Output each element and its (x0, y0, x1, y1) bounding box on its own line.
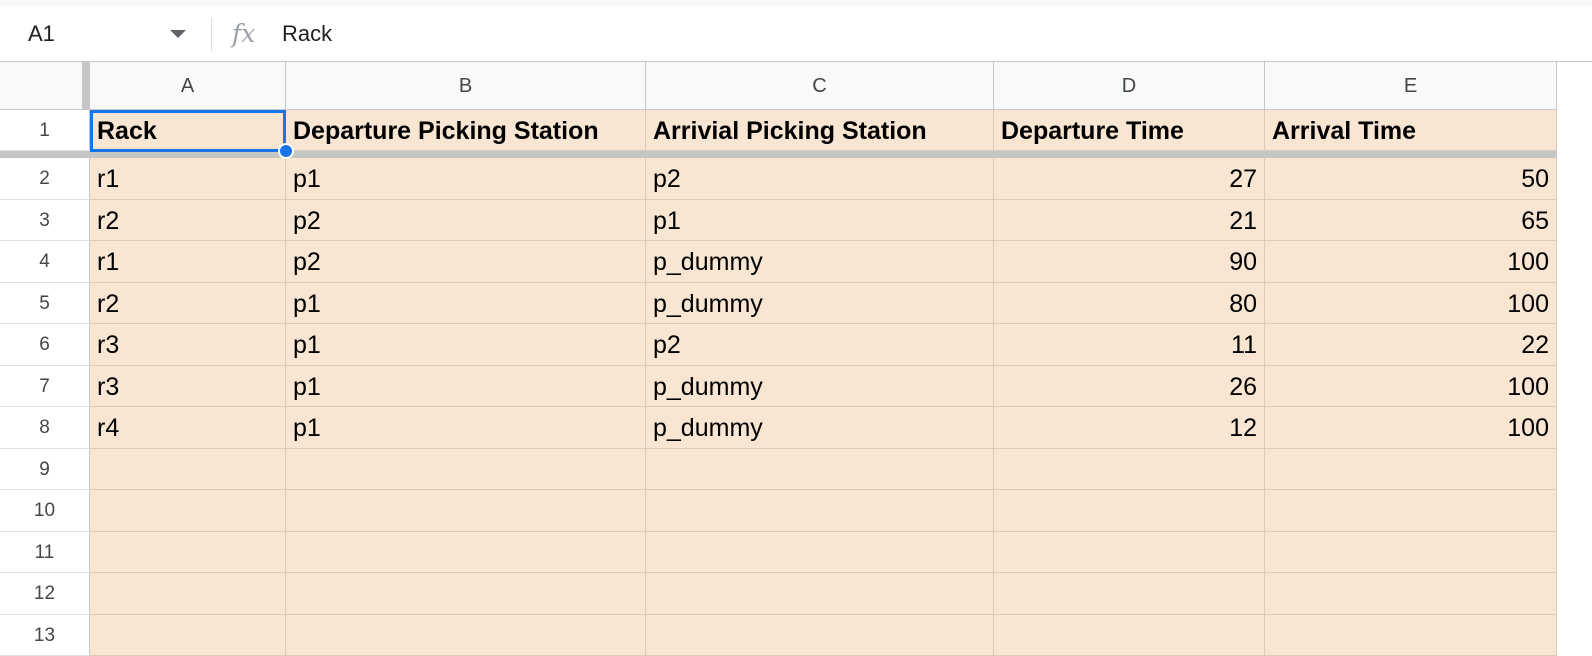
data-cell[interactable]: 50 (1265, 158, 1557, 200)
row-header[interactable]: 9 (0, 449, 90, 491)
fill-handle[interactable] (278, 143, 294, 159)
data-cell[interactable]: 80 (994, 283, 1265, 325)
data-cell[interactable] (1265, 532, 1557, 574)
data-cell[interactable]: p1 (286, 407, 646, 449)
data-cell[interactable] (90, 490, 286, 532)
data-cell[interactable]: p_dummy (646, 283, 994, 325)
data-cell[interactable]: r1 (90, 241, 286, 283)
data-cell[interactable] (286, 573, 646, 615)
data-cell[interactable]: p1 (286, 283, 646, 325)
column-header-e[interactable]: E (1265, 62, 1557, 110)
data-cell[interactable] (994, 615, 1265, 656)
data-cell[interactable]: 100 (1265, 241, 1557, 283)
data-cell[interactable]: 26 (994, 366, 1265, 408)
data-cell[interactable] (994, 573, 1265, 615)
data-cell[interactable]: p2 (646, 324, 994, 366)
data-cell[interactable]: r1 (90, 158, 286, 200)
data-cell[interactable]: r4 (90, 407, 286, 449)
data-cell[interactable] (90, 532, 286, 574)
row-header[interactable]: 8 (0, 407, 90, 449)
data-cell[interactable] (90, 449, 286, 491)
data-cell[interactable] (286, 532, 646, 574)
data-cell[interactable] (646, 449, 994, 491)
column-header-b[interactable]: B (286, 62, 646, 110)
data-cell[interactable]: p_dummy (646, 241, 994, 283)
data-cell[interactable]: 100 (1265, 366, 1557, 408)
data-cell[interactable]: p1 (286, 366, 646, 408)
data-cell[interactable]: 21 (994, 200, 1265, 242)
data-cell[interactable]: p_dummy (646, 407, 994, 449)
data-cell[interactable]: p2 (286, 200, 646, 242)
header-cell[interactable]: Arrival Time (1265, 110, 1557, 151)
data-cell[interactable]: 100 (1265, 407, 1557, 449)
data-cell[interactable]: 12 (994, 407, 1265, 449)
data-cell[interactable]: r2 (90, 200, 286, 242)
data-cell[interactable]: 27 (994, 158, 1265, 200)
data-cell[interactable] (1265, 573, 1557, 615)
formula-bar-divider (211, 18, 212, 51)
column-header-d[interactable]: D (994, 62, 1265, 110)
data-cell[interactable]: 22 (1265, 324, 1557, 366)
row-header[interactable]: 6 (0, 324, 90, 366)
header-cell[interactable]: Departure Picking Station (286, 110, 646, 151)
data-cell[interactable]: r3 (90, 366, 286, 408)
column-header-c[interactable]: C (646, 62, 994, 110)
row-header[interactable]: 1 (0, 110, 90, 151)
data-cell[interactable] (646, 532, 994, 574)
header-cell[interactable]: Arrivial Picking Station (646, 110, 994, 151)
data-cell[interactable] (646, 615, 994, 656)
header-cell[interactable]: Departure Time (994, 110, 1265, 151)
data-cell[interactable]: p2 (286, 241, 646, 283)
data-cell[interactable]: 65 (1265, 200, 1557, 242)
fx-icon: fx (232, 6, 255, 61)
row-header[interactable]: 3 (0, 200, 90, 242)
freeze-row-divider[interactable] (0, 151, 1557, 158)
data-cell[interactable]: 90 (994, 241, 1265, 283)
column-header-a[interactable]: A (90, 62, 286, 110)
data-cell[interactable]: r2 (90, 283, 286, 325)
row-header[interactable]: 2 (0, 158, 90, 200)
spreadsheet-grid: ABCDE1RackDeparture Picking StationArriv… (0, 62, 1592, 648)
row-header[interactable]: 10 (0, 490, 90, 532)
data-cell[interactable] (286, 449, 646, 491)
row-header[interactable]: 13 (0, 615, 90, 656)
data-cell[interactable] (994, 490, 1265, 532)
chevron-down-icon[interactable] (170, 30, 186, 38)
data-cell[interactable] (286, 490, 646, 532)
data-cell[interactable] (646, 490, 994, 532)
row-header[interactable]: 4 (0, 241, 90, 283)
data-cell[interactable]: p1 (286, 158, 646, 200)
grid-edge (1557, 62, 1592, 648)
data-cell[interactable]: 100 (1265, 283, 1557, 325)
formula-input[interactable]: Rack (282, 6, 332, 61)
data-cell[interactable]: p1 (286, 324, 646, 366)
formula-bar: A1 fx Rack (0, 6, 1592, 62)
row-header[interactable]: 12 (0, 573, 90, 615)
freeze-column-handle[interactable] (82, 62, 90, 110)
name-box[interactable]: A1 (28, 6, 55, 61)
data-cell[interactable] (1265, 449, 1557, 491)
row-header[interactable]: 7 (0, 366, 90, 408)
data-cell[interactable] (90, 573, 286, 615)
select-all-corner[interactable] (0, 62, 90, 110)
row-header[interactable]: 11 (0, 532, 90, 574)
data-cell[interactable] (646, 573, 994, 615)
data-cell[interactable] (286, 615, 646, 656)
data-cell[interactable]: p1 (646, 200, 994, 242)
row-header[interactable]: 5 (0, 283, 90, 325)
data-cell[interactable]: p_dummy (646, 366, 994, 408)
data-cell[interactable]: r3 (90, 324, 286, 366)
data-cell[interactable] (1265, 615, 1557, 656)
data-cell[interactable] (1265, 490, 1557, 532)
data-cell[interactable]: p2 (646, 158, 994, 200)
data-cell[interactable]: 11 (994, 324, 1265, 366)
data-cell[interactable] (994, 449, 1265, 491)
data-cell[interactable] (90, 615, 286, 656)
data-cell[interactable] (994, 532, 1265, 574)
header-cell[interactable]: Rack (90, 110, 286, 151)
